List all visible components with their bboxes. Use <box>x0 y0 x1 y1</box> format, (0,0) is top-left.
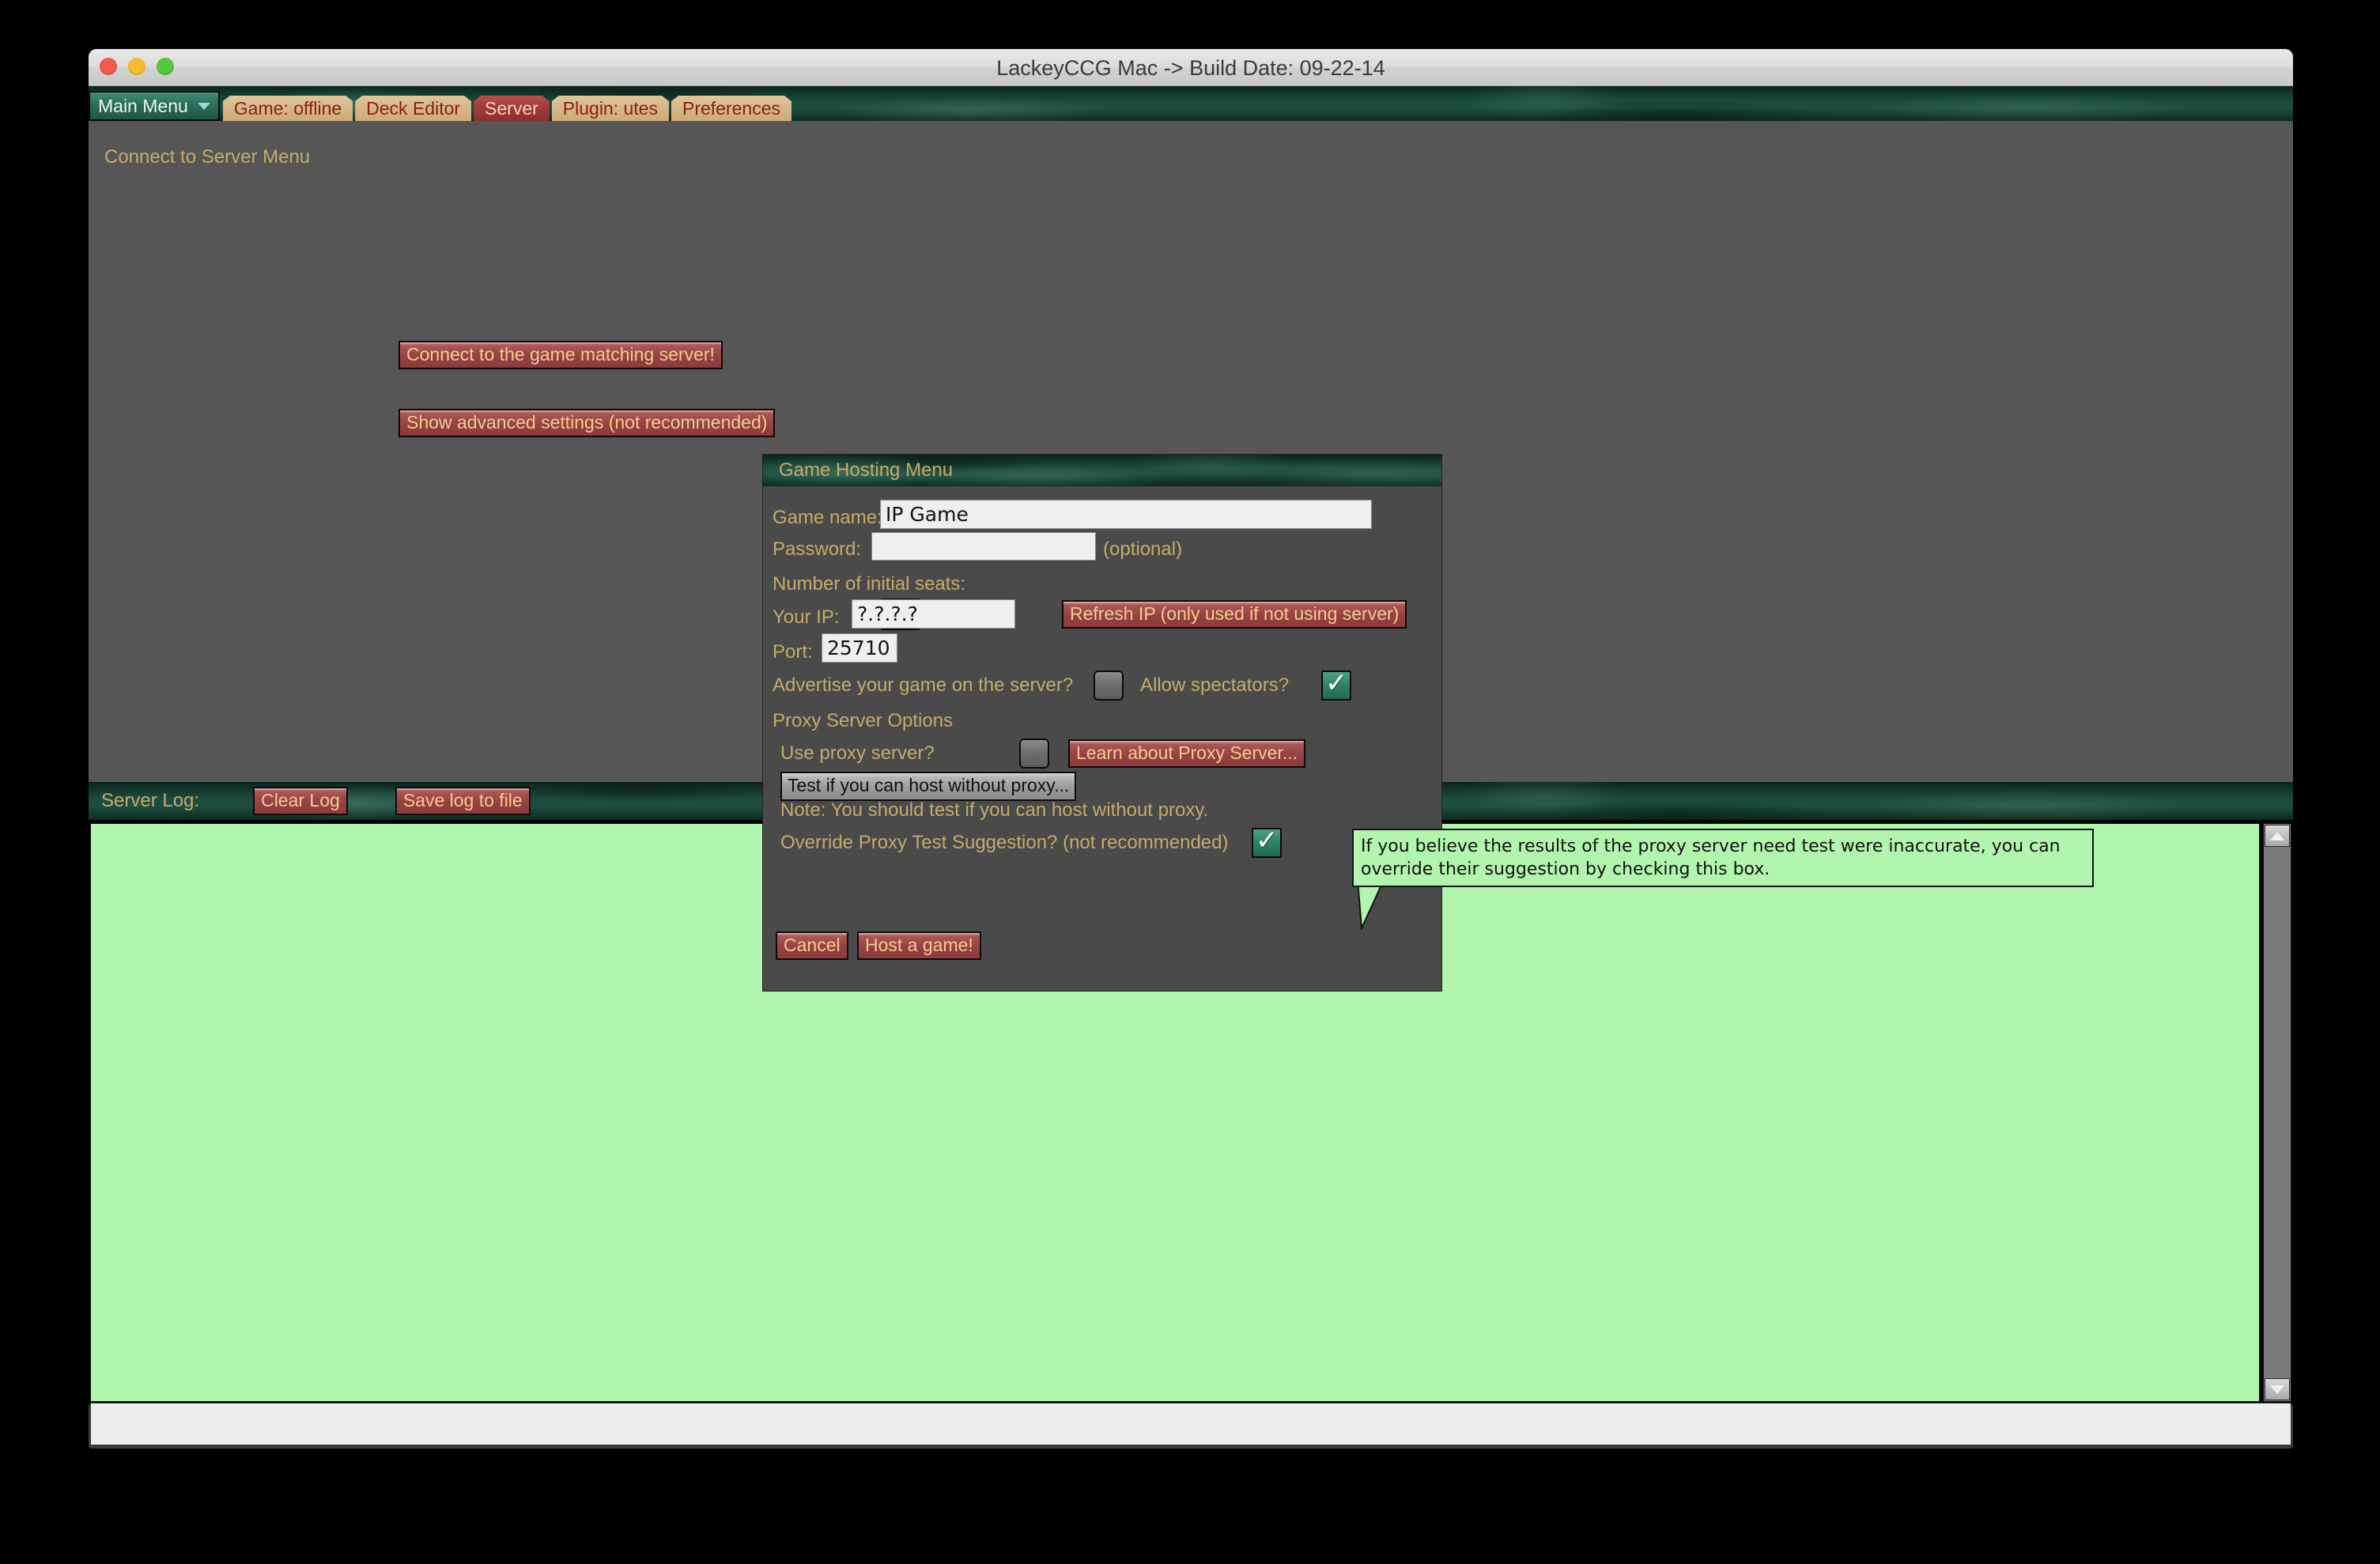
tab-label: Server <box>485 98 538 119</box>
tab-label: Deck Editor <box>366 98 461 119</box>
refresh-ip-button[interactable]: Refresh IP (only used if not using serve… <box>1062 600 1407 629</box>
allow-spectators-checkbox[interactable]: ✓ <box>1321 667 1351 701</box>
tab-plugin-utes[interactable]: Plugin: utes <box>552 96 669 121</box>
allow-spectators-label: Allow spectators? <box>1140 674 1290 696</box>
use-proxy-checkbox[interactable] <box>1019 739 1049 769</box>
game-name-input[interactable]: IP Game <box>880 500 1372 530</box>
window-titlebar: LackeyCCG Mac -> Build Date: 09-22-14 <box>89 49 2293 86</box>
server-log-label: Server Log: <box>101 790 200 811</box>
use-proxy-label: Use proxy server? <box>780 742 935 764</box>
connect-to-matching-server-button[interactable]: Connect to the game matching server! <box>399 341 723 370</box>
advertise-checkbox[interactable] <box>1094 671 1124 701</box>
tab-label: Preferences <box>682 98 780 119</box>
window-title: LackeyCCG Mac -> Build Date: 09-22-14 <box>996 56 1385 80</box>
override-proxy-label: Override Proxy Test Suggestion? (not rec… <box>780 832 1229 853</box>
tab-deck-editor[interactable]: Deck Editor <box>355 96 471 121</box>
override-proxy-tooltip: If you believe the results of the proxy … <box>1352 829 2094 888</box>
port-input[interactable]: 25710 <box>822 633 897 663</box>
game-name-label: Game name: <box>773 507 882 528</box>
main-menu-label: Main Menu <box>98 96 188 116</box>
game-hosting-dialog: Game Hosting Menu Game name: IP Game Pas… <box>762 454 1442 992</box>
proxy-section-label: Proxy Server Options <box>773 710 954 731</box>
scroll-up-icon[interactable] <box>2265 825 2290 847</box>
tab-label: Plugin: utes <box>562 98 658 119</box>
scroll-down-icon[interactable] <box>2265 1378 2290 1400</box>
check-icon: ✓ <box>1256 825 1279 856</box>
advertise-label: Advertise your game on the server? <box>773 674 1074 696</box>
tab-label: Game: offline <box>233 98 342 119</box>
save-log-to-file-button[interactable]: Save log to file <box>395 786 531 816</box>
your-ip-label: Your IP: <box>773 606 840 628</box>
password-input[interactable] <box>871 532 1096 561</box>
tab-bar: Main Menu Game: offline Deck Editor Serv… <box>89 86 2293 121</box>
your-ip-input[interactable]: ?.?.?.? <box>852 599 1015 629</box>
password-label: Password: <box>773 538 862 560</box>
cancel-button[interactable]: Cancel <box>776 931 848 961</box>
main-menu-dropdown[interactable]: Main Menu <box>89 91 220 121</box>
show-advanced-settings-button[interactable]: Show advanced settings (not recommended) <box>399 409 776 438</box>
proxy-note-label: Note: You should test if you can host wi… <box>780 799 1209 821</box>
test-host-without-proxy-button[interactable]: Test if you can host without proxy... <box>780 772 1077 801</box>
page-title: Connect to Server Menu <box>104 146 311 168</box>
dialog-title: Game Hosting Menu <box>763 455 1441 486</box>
host-a-game-button[interactable]: Host a game! <box>857 931 981 961</box>
clear-log-button[interactable]: Clear Log <box>253 786 348 816</box>
check-icon: ✓ <box>1325 667 1348 699</box>
tab-preferences[interactable]: Preferences <box>671 96 791 121</box>
chevron-down-icon <box>197 102 210 110</box>
tab-server[interactable]: Server <box>474 96 550 121</box>
port-label: Port: <box>773 641 813 663</box>
password-optional-note: (optional) <box>1103 538 1183 560</box>
tab-game-offline[interactable]: Game: offline <box>223 96 353 121</box>
learn-about-proxy-button[interactable]: Learn about Proxy Server... <box>1068 739 1305 769</box>
server-log-scrollbar[interactable] <box>2263 823 2291 1402</box>
seats-label: Number of initial seats: <box>773 573 966 595</box>
override-proxy-checkbox[interactable]: ✓ <box>1252 825 1282 858</box>
status-bar <box>90 1403 2291 1445</box>
